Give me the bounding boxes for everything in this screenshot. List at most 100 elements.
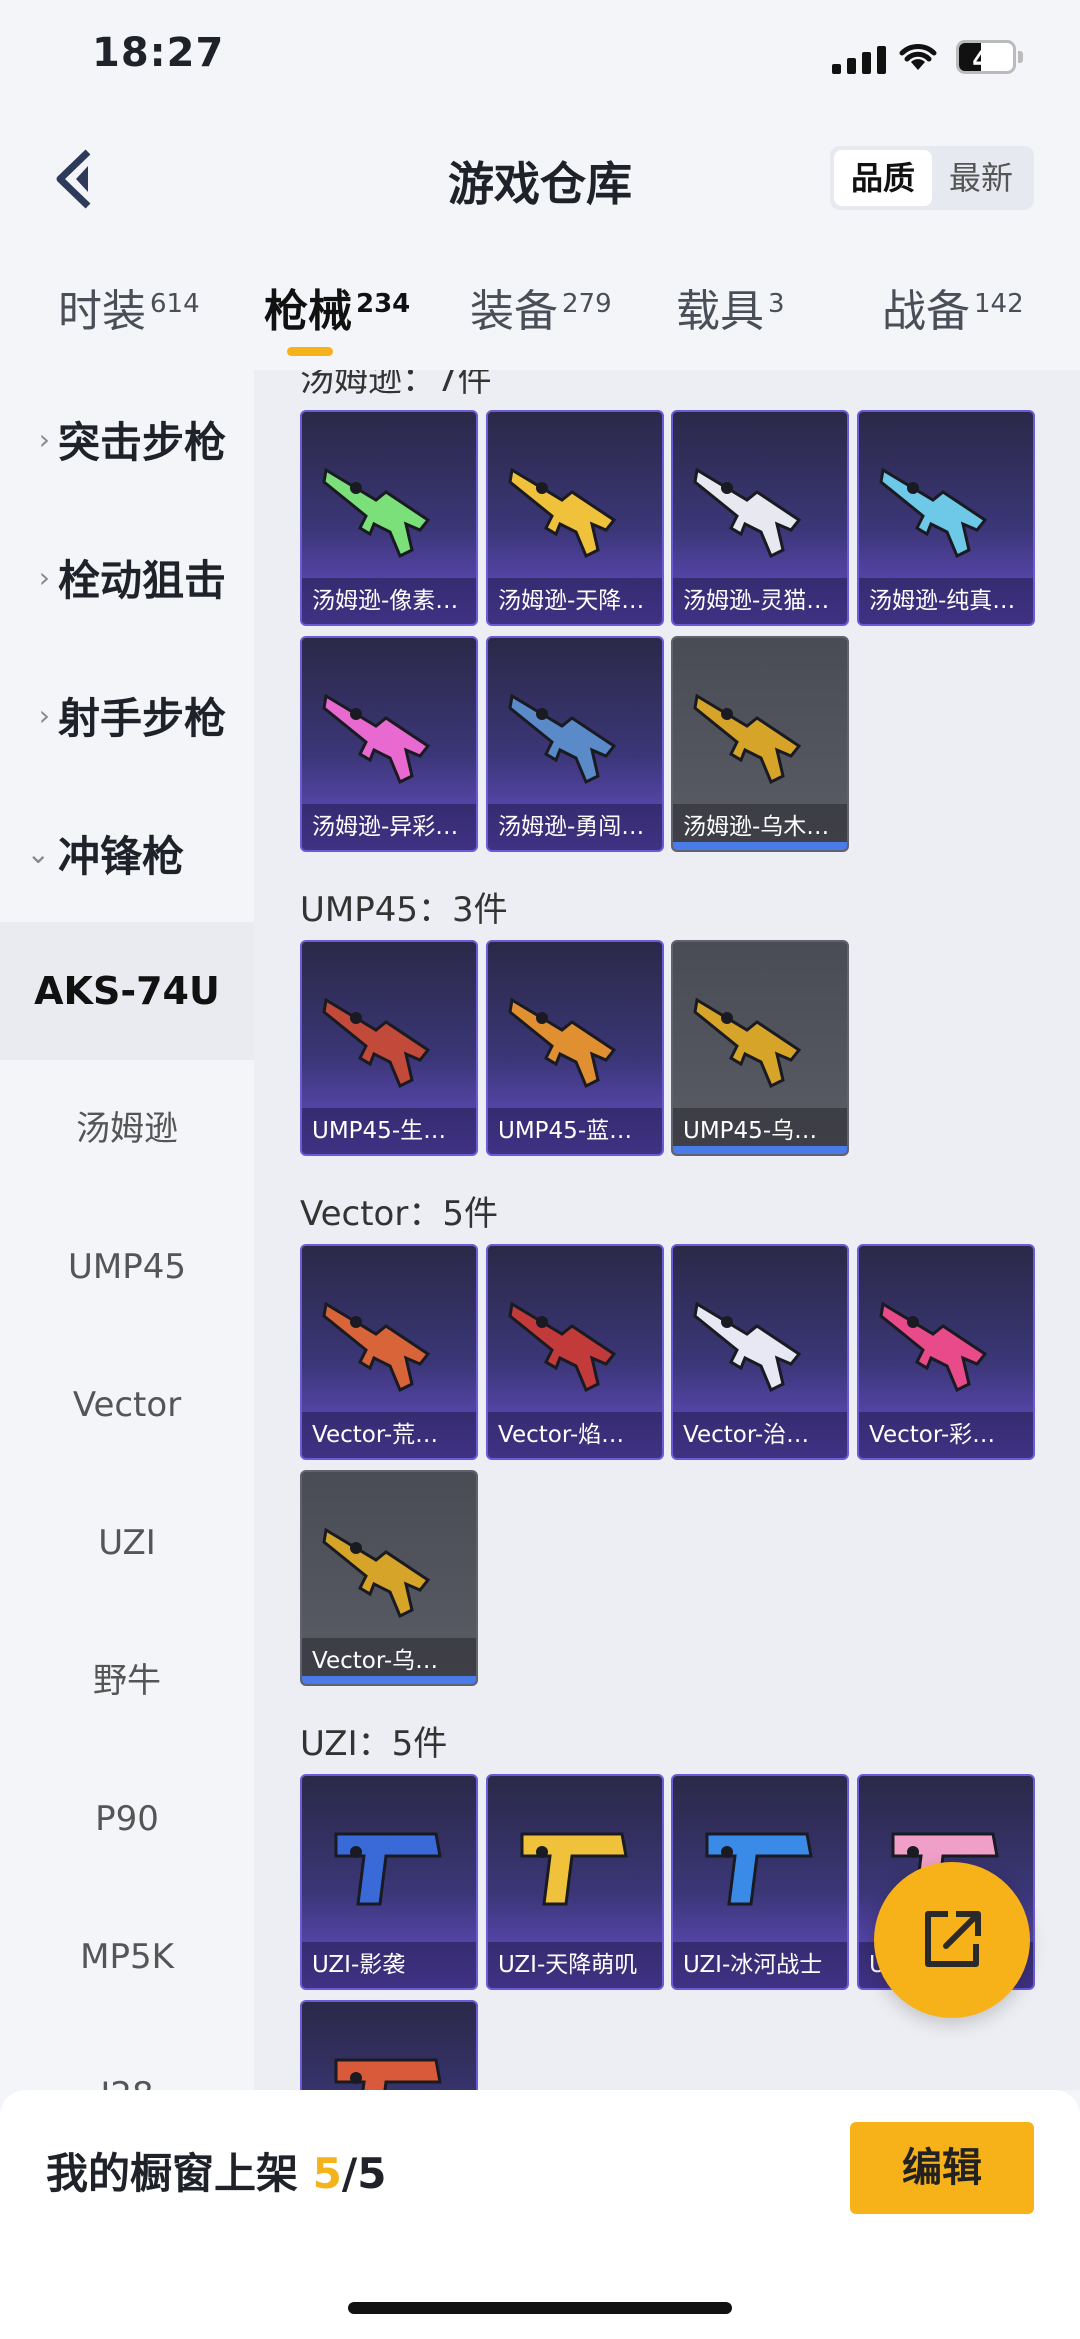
tab-supplies[interactable]: 战备 142 — [882, 275, 1024, 339]
sidebar-item-mp5k[interactable]: MP5K — [0, 1888, 254, 2026]
sidebar-category-assault-rifle[interactable]: › 突击步枪 — [0, 370, 254, 508]
chevron-right-icon: › — [38, 422, 50, 456]
weapon-skin-image — [879, 1301, 988, 1393]
category-tabs: 时装 614 枪械 234 装备 279 载具 3 战备 142 — [0, 255, 1080, 365]
cellular-signal-icon — [832, 46, 886, 74]
weapon-skin-name: Vector-荒… — [302, 1412, 476, 1458]
tab-vehicles[interactable]: 载具 3 — [676, 275, 785, 339]
weapon-skin-name: UZI-天降萌叽 — [488, 1942, 662, 1988]
weapon-skin-card[interactable]: 汤姆逊-勇闯… — [486, 636, 664, 852]
sort-newest-button[interactable]: 最新 — [932, 150, 1030, 206]
weapon-skin-name: 汤姆逊-灵猫… — [673, 578, 847, 624]
weapon-skin-card[interactable]: UMP45-生… — [300, 940, 478, 1156]
weapon-skin-grid: 汤姆逊：7件汤姆逊-像素… 汤姆逊-天降… 汤姆逊-灵猫… 汤姆逊-纯真… 汤姆逊-异彩… — [254, 370, 1080, 2090]
weapon-skin-name: UMP45-生… — [302, 1108, 476, 1154]
weapon-skin-name: UMP45-乌… — [673, 1108, 847, 1154]
battery-level: 41 — [972, 46, 1006, 74]
weapon-skin-card[interactable]: Vector-焰… — [486, 1244, 664, 1460]
weapon-skin-name: 汤姆逊-异彩… — [302, 804, 476, 850]
weapon-skin-name: UMP45-蓝… — [488, 1108, 662, 1154]
section-title: 汤姆逊：7件 — [300, 370, 492, 400]
sort-toggle: 品质 最新 — [830, 146, 1034, 210]
weapon-skin-card[interactable]: 汤姆逊-异彩… — [300, 636, 478, 852]
tab-firearms[interactable]: 枪械 234 — [264, 275, 410, 339]
weapon-skin-image — [508, 1301, 617, 1393]
section-title: UZI：5件 — [300, 1724, 448, 1764]
tab-equipment[interactable]: 装备 279 — [470, 275, 612, 339]
weapon-skin-card[interactable]: Vector-彩… — [857, 1244, 1035, 1460]
sidebar-item-uzi[interactable]: UZI — [0, 1474, 254, 1612]
weapon-skin-name: 汤姆逊-乌木… — [673, 804, 847, 850]
weapon-skin-name: Vector-焰… — [488, 1412, 662, 1458]
weapon-skin-card[interactable]: UMP45-乌… — [671, 940, 849, 1156]
weapon-skin-card[interactable]: Vector-治… — [671, 1244, 849, 1460]
chevron-right-icon: › — [38, 560, 50, 594]
sidebar-item-j28[interactable]: J28 — [0, 2026, 254, 2090]
sidebar-category-smg[interactable]: ⌄ 冲锋枪 — [0, 784, 254, 922]
weapon-skin-name: 汤姆逊-勇闯… — [488, 804, 662, 850]
status-time: 18:27 — [92, 30, 225, 76]
header: 游戏仓库 品质 最新 — [0, 120, 1080, 240]
chevron-right-icon: › — [38, 698, 50, 732]
weapon-skin-card[interactable]: 汤姆逊-天降… — [486, 410, 664, 626]
weapon-skin-card[interactable]: UZI-影袭 — [300, 1774, 478, 1990]
weapon-skin-image — [705, 1832, 813, 1906]
weapon-skin-name: Vector-治… — [673, 1412, 847, 1458]
showcase-count: 5 — [312, 2149, 342, 2198]
weapon-skin-card[interactable]: 汤姆逊-纯真… — [857, 410, 1035, 626]
weapon-skin-image — [693, 1301, 802, 1393]
sidebar-item-bizon[interactable]: 野牛 — [0, 1612, 254, 1750]
weapon-skin-card[interactable]: 汤姆逊-像素… — [300, 410, 478, 626]
chevron-down-icon: ⌄ — [26, 836, 50, 870]
weapon-skin-image — [508, 467, 617, 559]
weapon-skin-image — [322, 467, 431, 559]
weapon-skin-image — [322, 1527, 431, 1619]
sidebar-category-bolt-sniper[interactable]: › 栓动狙击 — [0, 508, 254, 646]
weapon-skin-name: UZI-冰河战士 — [673, 1942, 847, 1988]
sidebar-item-vector[interactable]: Vector — [0, 1336, 254, 1474]
section-title: Vector：5件 — [300, 1194, 498, 1234]
status-bar: 18:27 41 — [0, 0, 1080, 120]
sidebar-item-ump45[interactable]: UMP45 — [0, 1198, 254, 1336]
weapon-category-sidebar: › 突击步枪 › 栓动狙击 › 射手步枪 ⌄ 冲锋枪 AKS-74U 汤姆逊 U… — [0, 370, 254, 2090]
weapon-skin-card[interactable]: UMP45-蓝… — [486, 940, 664, 1156]
weapon-skin-image — [693, 997, 802, 1089]
sidebar-item-aks74u[interactable]: AKS-74U — [0, 922, 254, 1060]
weapon-skin-card[interactable]: Vector-乌… — [300, 1470, 478, 1686]
sidebar-category-marksman-rifle[interactable]: › 射手步枪 — [0, 646, 254, 784]
weapon-skin-name: UZI-影袭 — [302, 1942, 476, 1988]
tab-fashion[interactable]: 时装 614 — [58, 275, 200, 339]
wifi-icon — [899, 44, 937, 70]
weapon-skin-card[interactable]: UZI-天降萌叽 — [486, 1774, 664, 1990]
weapon-skin-image — [334, 2058, 442, 2090]
sort-quality-button[interactable]: 品质 — [834, 150, 932, 206]
weapon-skin-card[interactable] — [300, 2000, 478, 2090]
share-icon — [925, 1911, 981, 1967]
sidebar-item-p90[interactable]: P90 — [0, 1750, 254, 1888]
weapon-skin-image — [879, 467, 988, 559]
weapon-skin-image — [508, 997, 617, 1089]
weapon-skin-image — [508, 693, 617, 785]
weapon-skin-name: 汤姆逊-纯真… — [859, 578, 1033, 624]
weapon-skin-image — [693, 693, 802, 785]
battery-icon: 41 — [956, 40, 1024, 74]
weapon-skin-name: Vector-乌… — [302, 1638, 476, 1684]
weapon-skin-card[interactable]: 汤姆逊-乌木… — [671, 636, 849, 852]
share-button[interactable] — [874, 1862, 1030, 2018]
weapon-skin-image — [322, 693, 431, 785]
active-tab-indicator — [287, 347, 333, 356]
weapon-skin-card[interactable]: Vector-荒… — [300, 1244, 478, 1460]
weapon-skin-image — [520, 1832, 628, 1906]
weapon-skin-name: Vector-彩… — [859, 1412, 1033, 1458]
weapon-skin-card[interactable]: 汤姆逊-灵猫… — [671, 410, 849, 626]
sidebar-item-thompson[interactable]: 汤姆逊 — [0, 1060, 254, 1198]
weapon-skin-card[interactable]: UZI-冰河战士 — [671, 1774, 849, 1990]
edit-button[interactable]: 编辑 — [850, 2122, 1034, 2214]
weapon-skin-image — [322, 1301, 431, 1393]
weapon-skin-image — [322, 997, 431, 1089]
section-title: UMP45：3件 — [300, 890, 508, 930]
weapon-skin-image — [693, 467, 802, 559]
home-indicator — [348, 2302, 732, 2314]
showcase-status: 我的橱窗上架 5/5 — [46, 2149, 387, 2198]
weapon-skin-name: 汤姆逊-天降… — [488, 578, 662, 624]
